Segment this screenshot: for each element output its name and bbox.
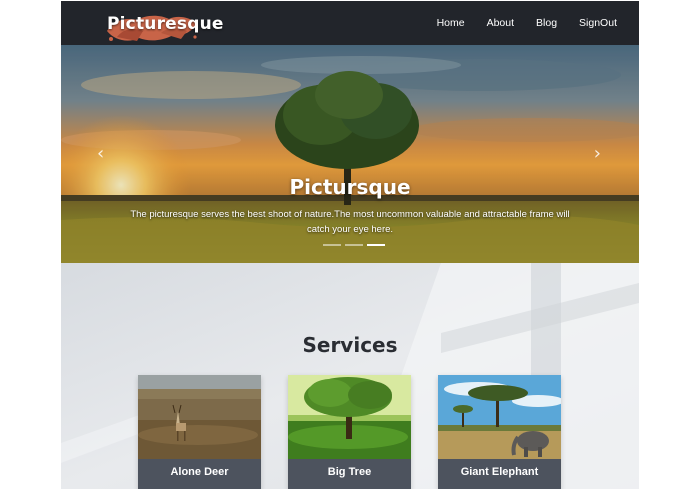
carousel-indicator-1[interactable] (323, 244, 341, 246)
services-section: Services Alone Deer Big Tree Giant Eleph… (61, 263, 639, 489)
carousel-indicators (323, 244, 389, 246)
hero-title: Pictursque (289, 175, 411, 199)
hero-caption: Pictursque The picturesque serves the be… (61, 175, 639, 237)
deer-image (138, 375, 261, 459)
service-card-giant-elephant[interactable]: Giant Elephant (438, 375, 561, 489)
nav-links: Home About Blog SignOut (437, 1, 639, 45)
nav-link-blog[interactable]: Blog (536, 17, 557, 29)
brand-name: Picturesque (107, 14, 224, 34)
service-card-big-tree[interactable]: Big Tree (288, 375, 411, 489)
brand-logo[interactable]: Picturesque (101, 7, 223, 43)
page-frame: Picturesque Home About Blog SignOut ‹ › … (61, 1, 639, 489)
hero-text: The picturesque serves the best shoot of… (130, 209, 570, 235)
service-card-label: Big Tree (288, 459, 411, 489)
hero-carousel: ‹ › Pictursque The picturesque serves th… (61, 45, 639, 263)
carousel-next-button[interactable]: › (594, 143, 601, 164)
carousel-indicator-2[interactable] (345, 244, 363, 246)
service-card-label: Alone Deer (138, 459, 261, 489)
elephant-image (438, 375, 561, 459)
service-card-label: Giant Elephant (438, 459, 561, 489)
nav-link-signout[interactable]: SignOut (579, 17, 617, 29)
tree-image (288, 375, 411, 459)
service-card-alone-deer[interactable]: Alone Deer (138, 375, 261, 489)
services-title: Services (302, 333, 398, 357)
nav-link-home[interactable]: Home (437, 17, 465, 29)
nav-link-about[interactable]: About (487, 17, 514, 29)
carousel-prev-button[interactable]: ‹ (97, 143, 104, 164)
carousel-indicator-3[interactable] (367, 244, 385, 246)
navbar: Picturesque Home About Blog SignOut (61, 1, 639, 45)
